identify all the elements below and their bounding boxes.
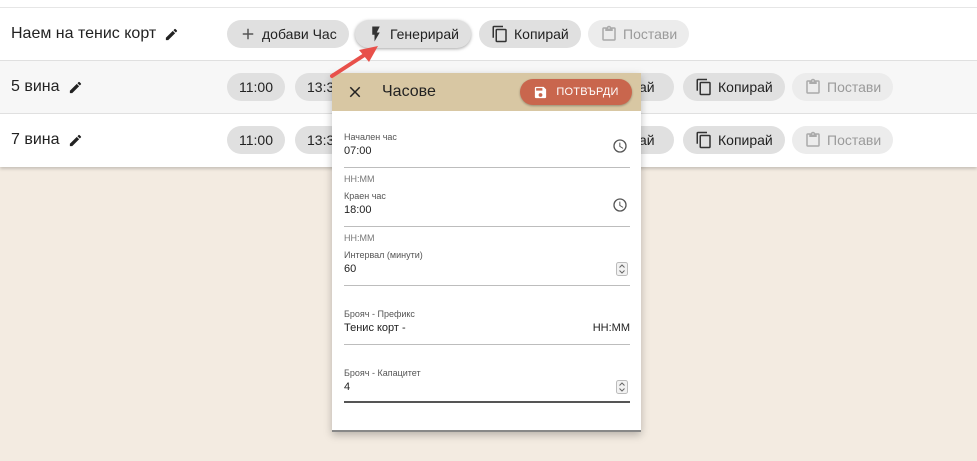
row-title-text: 5 вина <box>11 78 60 95</box>
row-title: Наем на тенис корт <box>11 25 179 43</box>
paste-button[interactable]: Постави <box>792 73 894 101</box>
capacity-label: Брояч - Капацитет <box>344 368 421 378</box>
prefix-label: Брояч - Префикс <box>344 309 415 319</box>
copy-icon <box>696 78 711 96</box>
annotation-arrow-icon <box>330 46 378 78</box>
end-time-underline <box>344 226 630 227</box>
plus-icon <box>242 28 254 40</box>
copy-button[interactable]: Копирай <box>683 126 785 154</box>
copy-button[interactable]: Копирай <box>683 73 785 101</box>
pencil-icon[interactable] <box>164 27 179 42</box>
start-time-hint: HH:MM <box>344 174 375 184</box>
start-time-field[interactable]: Начален час 07:00 HH:MM <box>344 132 630 188</box>
end-time-hint: HH:MM <box>344 233 375 243</box>
capacity-field[interactable]: Брояч - Капацитет 4 <box>344 368 630 408</box>
prefix-underline <box>344 344 630 345</box>
time-chip[interactable]: 11:00 <box>227 126 285 154</box>
copy-button[interactable]: Копирай <box>479 20 581 48</box>
start-time-value[interactable]: 07:00 <box>344 145 630 157</box>
row-title-text: 7 вина <box>11 131 60 148</box>
lightning-icon <box>372 26 380 42</box>
interval-field[interactable]: Интервал (минути) 60 <box>344 250 630 290</box>
capacity-underline <box>344 401 630 403</box>
pencil-icon[interactable] <box>68 133 83 148</box>
list-row: Наем на тенис корт добави Час Генерирай … <box>0 8 977 61</box>
end-time-label: Краен час <box>344 191 386 201</box>
clock-icon[interactable] <box>612 197 628 213</box>
prefix-suffix: HH:MM <box>592 322 630 334</box>
row-title: 5 вина <box>11 78 83 96</box>
interval-label: Интервал (минути) <box>344 250 423 260</box>
row-title-text: Наем на тенис корт <box>11 25 157 42</box>
paste-button[interactable]: Постави <box>792 126 894 154</box>
paste-button[interactable]: Постави <box>588 20 690 48</box>
prefix-field[interactable]: Брояч - Префикс Тенис корт - HH:MM <box>344 309 630 349</box>
end-time-field[interactable]: Краен час 18:00 HH:MM <box>344 191 630 247</box>
time-chip[interactable]: 11:00 <box>227 73 285 101</box>
top-divider <box>0 0 977 8</box>
interval-value[interactable]: 60 <box>344 263 630 275</box>
row-title: 7 вина <box>11 131 83 149</box>
clipboard-icon <box>602 25 616 41</box>
interval-underline <box>344 285 630 286</box>
spinner-icon[interactable] <box>616 262 628 276</box>
hours-dialog: Часове ПОТВЪРДИ Начален час 07:00 HH:MM … <box>332 73 641 432</box>
copy-icon <box>696 131 711 149</box>
capacity-value[interactable]: 4 <box>344 381 630 393</box>
clipboard-icon <box>806 131 820 147</box>
spinner-icon[interactable] <box>616 380 628 394</box>
copy-icon <box>492 25 507 43</box>
dialog-title: Часове <box>382 83 436 100</box>
clipboard-icon <box>806 78 820 94</box>
clock-icon[interactable] <box>612 138 628 154</box>
start-time-label: Начален час <box>344 132 397 142</box>
prefix-value[interactable]: Тенис корт - <box>344 322 630 334</box>
pencil-icon[interactable] <box>68 80 83 95</box>
start-time-underline <box>344 167 630 168</box>
close-icon[interactable] <box>346 83 364 101</box>
confirm-button[interactable]: ПОТВЪРДИ <box>520 79 632 105</box>
end-time-value[interactable]: 18:00 <box>344 204 630 216</box>
save-icon <box>535 86 547 98</box>
